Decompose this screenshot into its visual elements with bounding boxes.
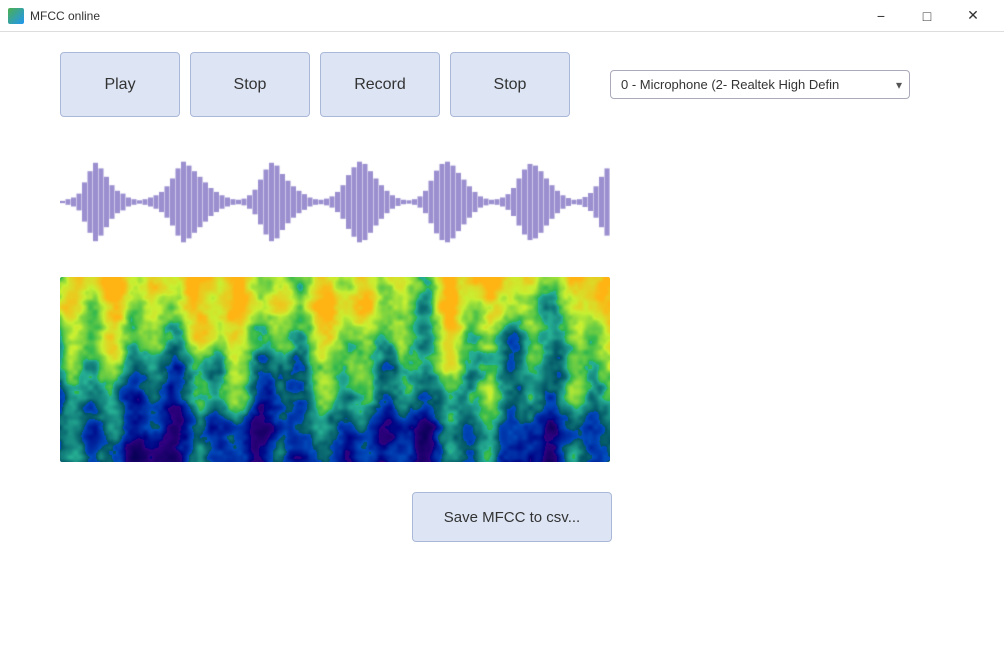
record-button[interactable]: Record xyxy=(320,52,440,117)
stop-play-button[interactable]: Stop xyxy=(190,52,310,117)
main-content: Play Stop Record Stop 0 - Microphone (2-… xyxy=(0,32,1004,666)
waveform-container xyxy=(60,137,610,267)
device-select-wrapper: 0 - Microphone (2- Realtek High Defin 1 … xyxy=(610,70,910,99)
waveform-canvas xyxy=(60,142,610,262)
title-bar-left: MFCC online xyxy=(8,8,100,24)
close-button[interactable]: ✕ xyxy=(950,0,996,32)
stop-record-button[interactable]: Stop xyxy=(450,52,570,117)
toolbar: Play Stop Record Stop 0 - Microphone (2-… xyxy=(60,52,964,117)
play-button[interactable]: Play xyxy=(60,52,180,117)
title-bar: MFCC online − □ ✕ xyxy=(0,0,1004,32)
save-mfcc-button[interactable]: Save MFCC to csv... xyxy=(412,492,612,542)
app-title: MFCC online xyxy=(30,9,100,23)
maximize-button[interactable]: □ xyxy=(904,0,950,32)
minimize-button[interactable]: − xyxy=(858,0,904,32)
device-select[interactable]: 0 - Microphone (2- Realtek High Defin 1 … xyxy=(610,70,910,99)
app-icon xyxy=(8,8,24,24)
spectrogram-canvas xyxy=(60,277,610,462)
save-section: Save MFCC to csv... xyxy=(60,492,964,542)
spectrogram-container xyxy=(60,277,610,462)
title-bar-controls: − □ ✕ xyxy=(858,0,996,32)
